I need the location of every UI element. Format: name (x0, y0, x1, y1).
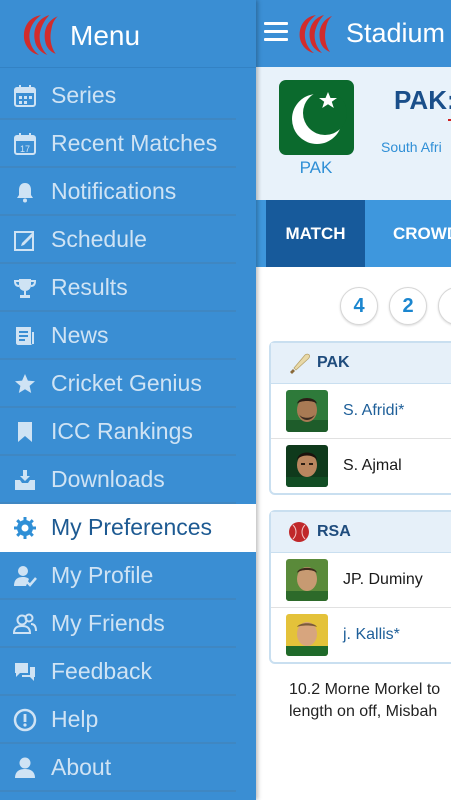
team-header: RSA (271, 512, 451, 553)
app-header: Stadium (256, 0, 451, 67)
menu-item-help[interactable]: Help (0, 696, 236, 744)
menu-item-label: Help (51, 706, 99, 732)
menu-item-label: Feedback (51, 658, 153, 684)
menu-item-recent-matches[interactable]: 17 Recent Matches (0, 120, 236, 168)
exclamation-circle-icon (13, 708, 37, 732)
tab-match[interactable]: MATCH (266, 200, 365, 267)
batting-team-card: PAK S. Afridi* S. Ajmal (269, 341, 451, 495)
team-name: PAK (317, 354, 350, 371)
match-summary: PAK PAK: South Afri (256, 67, 451, 200)
player-avatar (286, 614, 328, 656)
menu-item-feedback[interactable]: Feedback (0, 648, 236, 696)
trophy-icon (13, 279, 37, 298)
user-check-icon (14, 566, 37, 587)
cricket-bat-icon (290, 353, 311, 374)
app-logo-icon (299, 15, 332, 53)
menu-item-downloads[interactable]: Downloads (0, 456, 236, 504)
player-row[interactable]: j. Kallis* (271, 608, 451, 662)
calendar-icon (14, 85, 36, 107)
menu-item-label: Schedule (51, 226, 147, 252)
newspaper-icon (16, 327, 34, 345)
team-flag-label: PAK (299, 158, 333, 177)
menu-item-schedule[interactable]: Schedule (0, 216, 236, 264)
menu-item-label: Cricket Genius (51, 370, 202, 396)
match-subtitle: South Afri (381, 139, 442, 155)
menu-item-label: Results (51, 274, 128, 300)
player-row[interactable]: S. Afridi* (271, 384, 451, 439)
drawer-header: Menu (0, 0, 256, 68)
player-row[interactable]: JP. Duminy (271, 553, 451, 608)
friends-icon (13, 613, 37, 634)
team-header: PAK (271, 343, 451, 384)
match-screen: Stadium PAK PAK: South Afri MATCH CROWD … (256, 0, 451, 800)
drawer-menu: Series 17 Recent Matches Notifications S… (0, 72, 256, 792)
team-name: RSA (317, 523, 351, 540)
menu-item-icc-rankings[interactable]: ICC Rankings (0, 408, 236, 456)
chat-bubbles-icon (15, 663, 35, 681)
tab-crowd[interactable]: CROWD (393, 200, 451, 267)
header-title: Stadium (346, 18, 446, 48)
menu-item-notifications[interactable]: Notifications (0, 168, 236, 216)
commentary-line: length on off, Misbah (289, 703, 438, 720)
person-icon (15, 757, 35, 778)
menu-item-series[interactable]: Series (0, 72, 236, 120)
menu-item-news[interactable]: News (0, 312, 236, 360)
cricket-ball-icon (289, 522, 309, 542)
menu-item-results[interactable]: Results (0, 264, 236, 312)
hamburger-menu-icon[interactable] (264, 22, 288, 42)
match-tabs: MATCH CROWD (256, 200, 451, 267)
menu-item-about[interactable]: About (0, 744, 236, 792)
player-avatar (286, 390, 328, 432)
ball-result: 2 (389, 287, 427, 325)
ball-result: 0 (438, 287, 451, 325)
menu-item-label: About (51, 754, 112, 780)
menu-item-my-profile[interactable]: My Profile (0, 552, 236, 600)
drawer-title: Menu (70, 20, 141, 51)
star-icon (15, 374, 35, 393)
pakistan-flag-icon (279, 80, 354, 155)
commentary-text: 10.2 Morne Morkel to length on off, Misb… (289, 679, 451, 723)
menu-item-my-preferences[interactable]: My Preferences (0, 504, 256, 552)
score-title: PAK: (394, 85, 451, 115)
commentary-line: 10.2 Morne Morkel to (289, 681, 441, 698)
download-tray-icon (15, 470, 35, 490)
app-logo-icon (23, 15, 58, 55)
bowling-team-card: RSA JP. Duminy j. Kallis* (269, 510, 451, 664)
gear-icon (14, 517, 36, 539)
player-row[interactable]: S. Ajmal (271, 439, 451, 493)
menu-item-label: News (51, 322, 109, 348)
player-avatar (286, 445, 328, 487)
player-name[interactable]: JP. Duminy (343, 571, 423, 589)
player-name[interactable]: S. Afridi* (343, 402, 404, 420)
menu-item-cricket-genius[interactable]: Cricket Genius (0, 360, 236, 408)
menu-item-label: My Profile (51, 562, 154, 588)
edit-icon (14, 231, 34, 251)
svg-text:17: 17 (20, 144, 30, 154)
menu-item-label: My Preferences (51, 514, 213, 540)
menu-item-label: Series (51, 82, 117, 108)
menu-item-label: My Friends (51, 610, 165, 636)
bell-icon (17, 183, 33, 203)
menu-item-label: ICC Rankings (51, 418, 193, 444)
calendar-17-icon: 17 (14, 133, 36, 155)
menu-item-label: Downloads (51, 466, 165, 492)
menu-item-my-friends[interactable]: My Friends (0, 600, 236, 648)
player-name[interactable]: j. Kallis* (343, 626, 400, 644)
player-avatar (286, 559, 328, 601)
bookmark-icon (18, 422, 32, 442)
menu-item-label: Notifications (51, 178, 177, 204)
menu-item-label: Recent Matches (51, 130, 218, 156)
navigation-drawer: Menu Series 17 Recent Matches Notificati… (0, 0, 256, 800)
ball-result: 4 (340, 287, 378, 325)
player-name[interactable]: S. Ajmal (343, 457, 402, 475)
